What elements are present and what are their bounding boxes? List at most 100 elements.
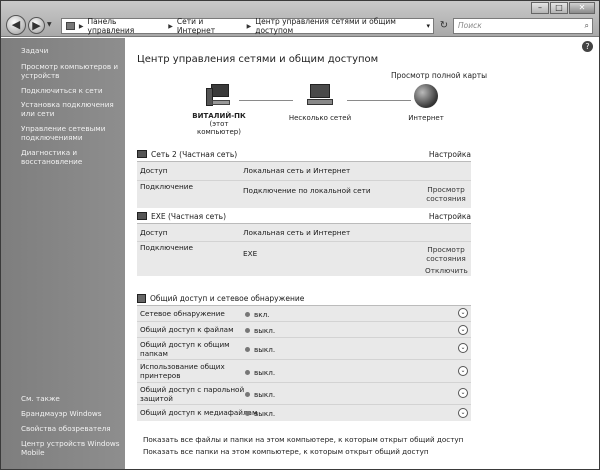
access-label: Доступ bbox=[140, 228, 168, 237]
help-icon[interactable]: ? bbox=[582, 41, 593, 52]
sharing-row: Общий доступ с парольной защитой выкл. ⌄ bbox=[137, 383, 471, 405]
connection-value[interactable]: EXE bbox=[243, 249, 257, 258]
expand-chevron-icon[interactable]: ⌄ bbox=[458, 343, 468, 353]
sharing-value: выкл. bbox=[254, 326, 276, 335]
network-section-1: Сеть 2 (Частная сеть) Настройка Доступ Л… bbox=[137, 148, 471, 208]
sharing-row: Сетевое обнаружение вкл. ⌄ bbox=[137, 306, 471, 322]
network-name: EXE (Частная сеть) bbox=[151, 211, 227, 221]
network-configure-link[interactable]: Настройка bbox=[429, 212, 471, 221]
breadcrumb-separator-icon: ▶ bbox=[168, 22, 173, 30]
sharing-status: вкл. bbox=[245, 310, 269, 319]
sharing-status: выкл. bbox=[245, 390, 275, 399]
expand-chevron-icon[interactable]: ⌄ bbox=[458, 388, 468, 398]
breadcrumb-network-center[interactable]: Центр управления сетями и общим доступом bbox=[255, 17, 433, 35]
sharing-label: Использование общих принтеров bbox=[140, 362, 225, 380]
access-value: Локальная сеть и Интернет bbox=[243, 228, 351, 237]
history-dropdown-icon[interactable]: ▼ bbox=[47, 21, 52, 28]
network-connection-row: Подключение EXE Просмотр состояния Отклю… bbox=[137, 241, 471, 277]
map-node-computer[interactable]: ВИТАЛИЙ-ПК (этот компьютер) bbox=[189, 84, 249, 136]
status-dot-icon bbox=[245, 370, 250, 375]
sharing-table: Сетевое обнаружение вкл. ⌄ Общий доступ … bbox=[137, 305, 471, 421]
network-connection-row: Подключение Подключение по локальной сет… bbox=[137, 180, 471, 203]
network-details: Доступ Локальная сеть и Интернет Подключ… bbox=[137, 161, 471, 208]
sidebar-item-internet-options[interactable]: Свойства обозревателя bbox=[21, 424, 121, 433]
sidebar-tasks-title: Задачи bbox=[21, 46, 49, 55]
maximize-button[interactable]: □ bbox=[550, 2, 568, 14]
search-icon[interactable]: ⌕ bbox=[585, 19, 589, 33]
address-bar[interactable]: ▶ Панель управления ▶ Сети и Интернет ▶ … bbox=[61, 17, 434, 35]
sharing-label: Сетевое обнаружение bbox=[140, 309, 225, 318]
network-icon bbox=[137, 212, 147, 220]
computer-icon bbox=[206, 84, 232, 108]
sharing-status: выкл. bbox=[245, 409, 275, 418]
sharing-value: выкл. bbox=[254, 368, 276, 377]
sharing-label: Общий доступ к файлам bbox=[140, 325, 234, 334]
sidebar-item-diagnose[interactable]: Диагностика и восстановление bbox=[21, 148, 121, 166]
computer-icon bbox=[66, 22, 75, 30]
map-node-networks[interactable]: Несколько сетей bbox=[285, 84, 355, 122]
sidebar-item-manage-connections[interactable]: Управление сетевыми подключениями bbox=[21, 124, 121, 142]
expand-chevron-icon[interactable]: ⌄ bbox=[458, 308, 468, 318]
expand-chevron-icon[interactable]: ⌄ bbox=[458, 408, 468, 418]
network-configure-link[interactable]: Настройка bbox=[429, 150, 471, 159]
show-shared-folders-link[interactable]: Показать все папки на этом компьютере, к… bbox=[143, 447, 429, 456]
sharing-label: Общий доступ с парольной защитой bbox=[140, 385, 245, 403]
sharing-label: Общий доступ к медиафайлам bbox=[140, 408, 258, 417]
sharing-header: Общий доступ и сетевое обнаружение bbox=[137, 292, 471, 304]
page-title: Центр управления сетями и общим доступом bbox=[137, 54, 379, 65]
forward-button[interactable]: ▶ bbox=[28, 17, 45, 34]
status-dot-icon bbox=[245, 347, 250, 352]
network-details: Доступ Локальная сеть и Интернет Подключ… bbox=[137, 223, 471, 276]
search-placeholder: Поиск bbox=[458, 21, 482, 30]
connection-value[interactable]: Подключение по локальной сети bbox=[243, 186, 371, 195]
window-controls: – □ ✕ bbox=[531, 2, 595, 14]
status-dot-icon bbox=[245, 312, 250, 317]
sidebar-item-setup-connection[interactable]: Установка подключения или сети bbox=[21, 100, 121, 118]
map-node-internet[interactable]: Интернет bbox=[401, 84, 451, 122]
back-button[interactable]: ◀ bbox=[6, 15, 26, 35]
expand-chevron-icon[interactable]: ⌄ bbox=[458, 366, 468, 376]
expand-chevron-icon[interactable]: ⌄ bbox=[458, 325, 468, 335]
network-icon bbox=[307, 84, 333, 108]
sharing-row: Общий доступ к общим папкам выкл. ⌄ bbox=[137, 338, 471, 360]
sidebar: Задачи Просмотр компьютеров и устройств … bbox=[1, 38, 125, 469]
show-shared-files-link[interactable]: Показать все файлы и папки на этом компь… bbox=[143, 435, 463, 444]
disconnect-link[interactable]: Отключить bbox=[425, 266, 468, 275]
sidebar-see-also-title: См. также bbox=[21, 394, 60, 403]
network-header: Сеть 2 (Частная сеть) Настройка bbox=[137, 148, 471, 160]
sidebar-item-firewall[interactable]: Брандмауэр Windows bbox=[21, 409, 121, 418]
view-status-link[interactable]: Просмотр состояния bbox=[425, 245, 467, 263]
status-dot-icon bbox=[245, 392, 250, 397]
sidebar-item-view-computers[interactable]: Просмотр компьютеров и устройств bbox=[21, 62, 121, 80]
internet-label: Интернет bbox=[408, 114, 444, 122]
network-header: EXE (Частная сеть) Настройка bbox=[137, 210, 471, 222]
network-name: Сеть 2 (Частная сеть) bbox=[151, 149, 238, 159]
sharing-value: выкл. bbox=[254, 409, 276, 418]
globe-icon bbox=[414, 84, 438, 108]
address-dropdown-icon[interactable]: ▾ bbox=[426, 22, 430, 30]
computer-subtitle: (этот компьютер) bbox=[197, 120, 241, 136]
close-button[interactable]: ✕ bbox=[569, 2, 595, 14]
breadcrumb-control-panel[interactable]: Панель управления bbox=[88, 17, 165, 35]
connection-label: Подключение bbox=[140, 243, 194, 252]
sharing-row: Использование общих принтеров выкл. ⌄ bbox=[137, 360, 471, 383]
sharing-status: выкл. bbox=[245, 326, 275, 335]
search-input[interactable]: Поиск ⌕ bbox=[453, 18, 593, 34]
sharing-row: Общий доступ к медиафайлам выкл. ⌄ bbox=[137, 405, 471, 422]
sidebar-item-mobile-device-center[interactable]: Центр устройств Windows Mobile bbox=[21, 439, 121, 457]
refresh-icon[interactable]: ↻ bbox=[437, 18, 451, 34]
minimize-button[interactable]: – bbox=[531, 2, 549, 14]
breadcrumb-separator-icon: ▶ bbox=[78, 22, 84, 30]
access-value: Локальная сеть и Интернет bbox=[243, 166, 351, 175]
breadcrumb-separator-icon: ▶ bbox=[246, 22, 252, 30]
view-full-map-link[interactable]: Просмотр полной карты bbox=[391, 71, 487, 80]
view-status-link[interactable]: Просмотр состояния bbox=[425, 185, 467, 203]
status-dot-icon bbox=[245, 411, 250, 416]
connection-label: Подключение bbox=[140, 182, 194, 191]
sharing-status: выкл. bbox=[245, 345, 275, 354]
breadcrumb-network-internet[interactable]: Сети и Интернет bbox=[177, 17, 243, 35]
sidebar-item-connect[interactable]: Подключиться к сети bbox=[21, 86, 121, 95]
sharing-row: Общий доступ к файлам выкл. ⌄ bbox=[137, 322, 471, 338]
sharing-value: вкл. bbox=[254, 310, 270, 319]
sharing-label: Общий доступ к общим папкам bbox=[140, 340, 230, 358]
